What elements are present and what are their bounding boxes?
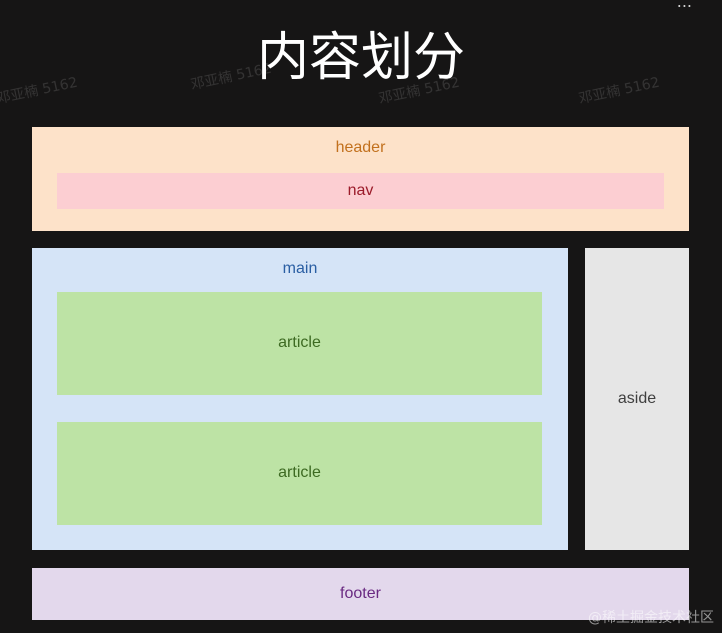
corner-watermark-text: @稀土掘金技术社区: [588, 610, 714, 626]
aside-label: aside: [617, 390, 657, 407]
article-region-2: article: [57, 422, 542, 525]
nav-region: nav: [57, 173, 664, 209]
aside-region: aside: [585, 248, 689, 550]
article-label: article: [278, 464, 321, 481]
header-label: header: [335, 139, 386, 156]
article-label: article: [278, 334, 321, 351]
footer-label: footer: [340, 585, 381, 602]
top-watermark-text: ...: [676, 0, 692, 11]
article-region-1: article: [57, 292, 542, 395]
main-label: main: [282, 260, 318, 277]
nav-label: nav: [347, 182, 374, 199]
